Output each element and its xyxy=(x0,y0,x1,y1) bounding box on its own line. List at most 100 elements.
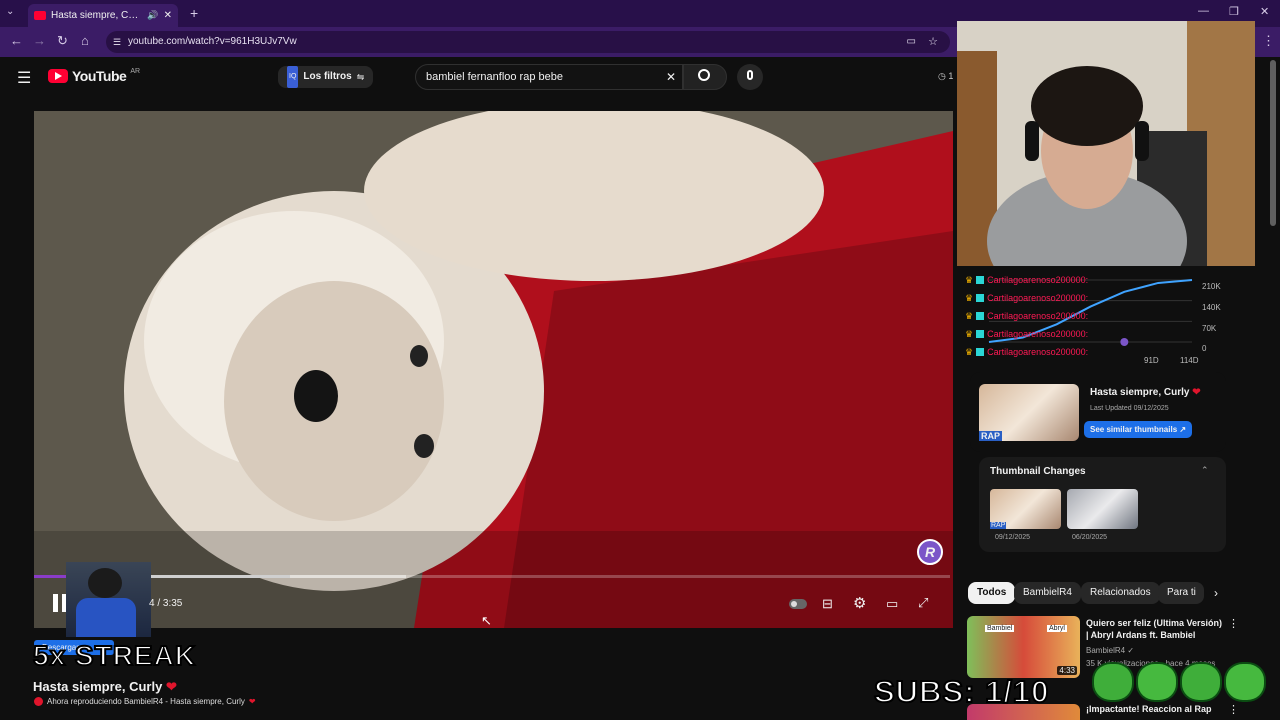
new-tab-icon[interactable]: + xyxy=(190,5,198,21)
audio-icon[interactable]: 🔊 xyxy=(147,10,158,21)
clear-search-icon[interactable]: ✕ xyxy=(666,65,676,89)
see-similar-label: See similar thumbnails xyxy=(1090,425,1178,434)
chat-username: Cartilagoarenoso200000: xyxy=(987,311,1089,321)
frog-icon xyxy=(1136,662,1178,702)
rec-thumbnail-1[interactable]: Bambiel Abryl 4:33 xyxy=(967,616,1080,678)
browser-tab[interactable]: Hasta siempre, Curly ❤ - YouTube 🔊 ✕ xyxy=(28,4,178,27)
fullscreen-icon[interactable]: ⤢ xyxy=(918,595,928,611)
minimize-icon[interactable]: — xyxy=(1198,5,1209,17)
page-scrollbar[interactable] xyxy=(1270,60,1276,226)
y-tick-1: 140K xyxy=(1202,297,1221,315)
changes-title: Thumbnail Changes xyxy=(990,466,1086,477)
chat-username: Cartilagoarenoso200000: xyxy=(987,329,1089,339)
y-tick-0: 210K xyxy=(1202,276,1221,294)
collapse-chevron-icon[interactable]: ⌃ xyxy=(1201,465,1209,476)
frog-emotes-overlay xyxy=(1092,662,1268,706)
site-info-icon[interactable]: ☰ xyxy=(113,31,121,53)
channel-watermark-icon[interactable]: R xyxy=(917,539,943,565)
frog-icon xyxy=(1092,662,1134,702)
microphone-icon xyxy=(747,70,753,80)
badge-icon xyxy=(976,348,985,356)
verified-icon: ✓ xyxy=(1127,646,1135,655)
badge-icon xyxy=(976,276,985,284)
subtitles-icon[interactable]: ⊟ xyxy=(822,596,833,612)
theater-mode-icon[interactable]: ▭ xyxy=(886,596,898,612)
hamburger-menu-icon[interactable]: ☰ xyxy=(17,68,31,88)
home-icon[interactable]: ⌂ xyxy=(81,33,89,48)
logo-text: YouTube xyxy=(72,68,127,84)
thumb-heart-icon: ❤ xyxy=(1192,387,1201,398)
thumb-label-abryl: Abryl xyxy=(1047,625,1067,632)
reload-icon[interactable]: ↻ xyxy=(57,33,68,49)
chip-bambielr4[interactable]: BambielR4 xyxy=(1014,582,1081,604)
x-tick-label: 91D xyxy=(1144,356,1159,365)
chip-para-ti[interactable]: Para ti xyxy=(1158,582,1204,604)
search-button[interactable] xyxy=(683,64,727,90)
voice-search-button[interactable] xyxy=(737,64,763,90)
y-tick-2: 70K xyxy=(1202,318,1216,336)
chip-relacionados[interactable]: Relacionados xyxy=(1081,582,1160,604)
thumb-title-text: Hasta siempre, Curly xyxy=(1090,387,1190,398)
rec-menu-dots-icon[interactable]: ⋮ xyxy=(1228,617,1239,630)
close-tab-icon[interactable]: ✕ xyxy=(164,10,172,21)
chip-todos[interactable]: Todos xyxy=(968,582,1016,604)
x-tick-1: 114D xyxy=(1180,350,1199,368)
thumb-change-date: 06/20/2025 xyxy=(1072,534,1108,541)
menu-dots-icon[interactable]: ⋮ xyxy=(1262,33,1275,49)
settings-gear-icon[interactable]: ⚙ xyxy=(853,594,866,612)
youtube-logo[interactable]: YouTube AR xyxy=(48,68,140,84)
rec-channel-1[interactable]: BambielR4 ✓ xyxy=(1086,646,1134,655)
last-updated: Last Updated 09/12/2025 xyxy=(1090,405,1169,412)
restore-icon[interactable]: ❐ xyxy=(1229,5,1239,18)
x-tick-0: 91D xyxy=(1144,350,1159,368)
thumb-change-date: 09/12/2025 xyxy=(995,534,1031,541)
y-tick-label: 140K xyxy=(1202,303,1221,312)
country-code: AR xyxy=(130,68,141,75)
chip-label: Relacionados xyxy=(1090,587,1151,598)
search-input[interactable]: bambiel fernanfloo rap bebe ✕ xyxy=(415,64,683,90)
progress-bar[interactable] xyxy=(150,575,290,578)
forward-icon[interactable]: → xyxy=(33,33,46,48)
chips-next-arrow-icon[interactable]: › xyxy=(1214,586,1218,600)
now-playing-icon xyxy=(34,697,43,706)
chat-message: ♛ Cartilagoarenoso200000: xyxy=(965,325,1088,343)
youtube-favicon-icon xyxy=(34,11,46,20)
chat-message: ♛ Cartilagoarenoso200000: xyxy=(965,271,1088,289)
rec-title-1[interactable]: Quiero ser feliz (Ultima Versión) | Abry… xyxy=(1086,617,1226,641)
chat-message: ♛ Cartilagoarenoso200000: xyxy=(965,307,1088,325)
heart-icon: ❤ xyxy=(165,679,177,694)
url-field[interactable]: ☰ youtube.com/watch?v=961H3UJv7Vw ▭ ☆ xyxy=(106,31,950,53)
video-duration: 4:33 xyxy=(1057,666,1077,675)
install-icon[interactable]: ▭ xyxy=(907,31,916,53)
frog-icon xyxy=(1180,662,1222,702)
webcam-overlay xyxy=(957,21,1255,266)
crown-icon: ♛ xyxy=(965,292,974,303)
crown-icon: ♛ xyxy=(965,310,974,321)
y-tick-3: 0 xyxy=(1202,338,1206,356)
chat-message: ♛ Cartilagoarenoso200000: xyxy=(965,343,1088,361)
chip-label: BambielR4 xyxy=(1023,587,1072,598)
back-icon[interactable]: ← xyxy=(10,33,23,48)
thumb-change-1[interactable]: RAP xyxy=(990,489,1061,529)
close-window-icon[interactable]: ✕ xyxy=(1260,5,1269,18)
autoplay-toggle[interactable] xyxy=(789,599,807,609)
bookmark-star-icon[interactable]: ☆ xyxy=(928,31,938,53)
video-player[interactable]: R xyxy=(34,111,953,628)
crown-icon: ♛ xyxy=(965,346,974,357)
y-tick-label: 210K xyxy=(1202,282,1221,291)
sponsor-segment-bar xyxy=(34,575,66,578)
see-similar-button[interactable]: See similar thumbnails ↗ xyxy=(1084,421,1193,438)
now-playing-line: Ahora reproduciendo BambielR4 - Hasta si… xyxy=(34,697,256,706)
thumbnail-info-panel: RAP Hasta siempre, Curly ❤ Last Updated … xyxy=(970,372,1226,452)
tab-search-icon[interactable]: ⌄ xyxy=(6,6,14,17)
thumbnail-changes-card: Thumbnail Changes ⌃ RAP 09/12/2025 06/20… xyxy=(979,457,1226,552)
current-thumbnail[interactable]: RAP xyxy=(979,384,1079,441)
badge-icon xyxy=(976,294,985,302)
y-tick-label: 70K xyxy=(1202,324,1217,333)
video-title-text: Hasta siempre, Curly xyxy=(33,679,163,694)
thumb-change-2[interactable] xyxy=(1067,489,1138,529)
filters-label: Los filtros xyxy=(303,71,352,82)
crown-icon: ♛ xyxy=(965,328,974,339)
filters-button[interactable]: IQ Los filtros ⇋ xyxy=(278,66,374,88)
thumb-video-title: Hasta siempre, Curly ❤ xyxy=(1090,387,1201,398)
